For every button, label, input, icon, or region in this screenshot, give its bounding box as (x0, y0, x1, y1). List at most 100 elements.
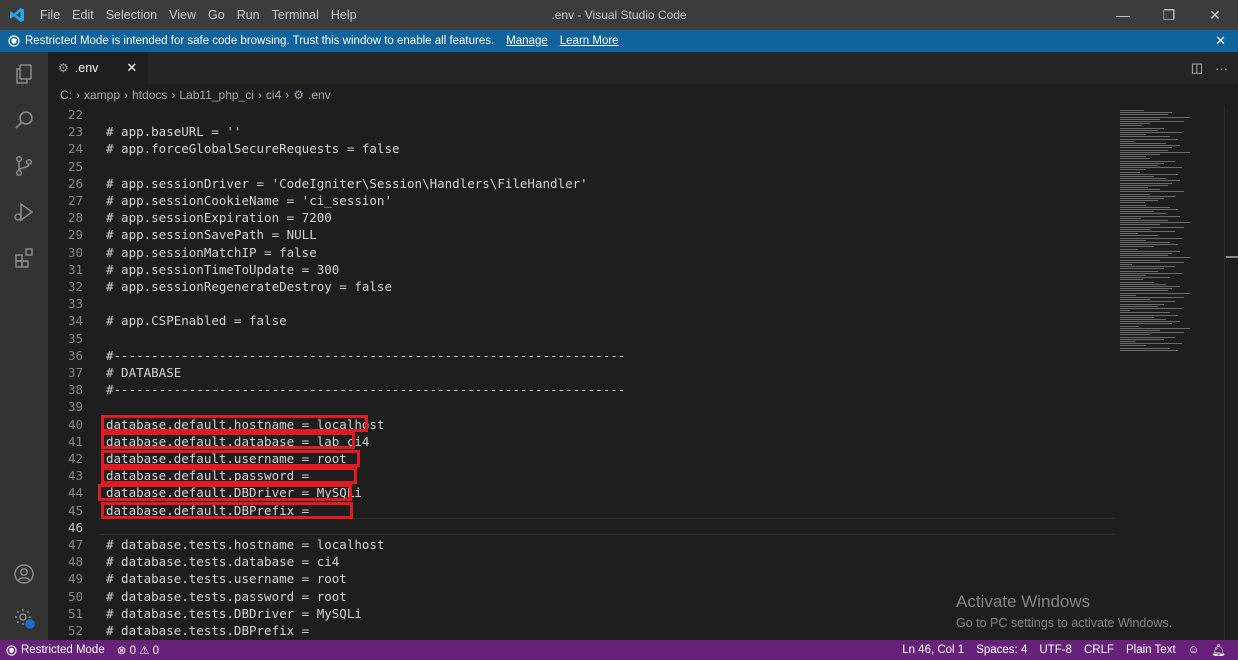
manage-link[interactable]: Manage (506, 35, 548, 47)
menu-go[interactable]: Go (202, 0, 231, 30)
code-line[interactable]: 30 # app.sessionMatchIP = false (48, 244, 1114, 261)
encoding[interactable]: UTF-8 (1033, 640, 1078, 660)
minimap-line (1120, 193, 1150, 195)
minimap-line (1120, 231, 1175, 232)
code-line[interactable]: 52 # database.tests.DBPrefix = (48, 622, 1114, 639)
minimap-line (1120, 138, 1178, 140)
vertical-scrollbar[interactable] (1224, 106, 1238, 640)
minimap-line (1120, 341, 1136, 342)
menu-run[interactable]: Run (231, 0, 266, 30)
minimize-button[interactable]: — (1100, 0, 1146, 30)
shield-icon (6, 644, 17, 656)
breadcrumb-item[interactable]: .env (308, 88, 331, 102)
more-actions-icon[interactable]: ··· (1215, 61, 1228, 76)
breadcrumb-separator-icon: › (124, 88, 129, 102)
minimap-line (1120, 195, 1175, 197)
feedback-icon[interactable]: ☺ (1182, 640, 1206, 660)
code-line[interactable]: 39 (48, 398, 1114, 415)
search-icon[interactable] (0, 98, 48, 142)
cursor-position[interactable]: Ln 46, Col 1 (896, 640, 970, 660)
code-line[interactable]: 32 # app.sessionRegenerateDestroy = false (48, 278, 1114, 295)
breadcrumb-item[interactable]: C: (60, 88, 72, 102)
minimap-line (1120, 277, 1170, 279)
code-line[interactable]: 27 # app.sessionCookieName = 'ci_session' (48, 192, 1114, 209)
code-line[interactable]: 50 # database.tests.password = root (48, 588, 1114, 605)
code-line[interactable]: 51 # database.tests.DBDriver = MySQLi (48, 605, 1114, 622)
split-editor-icon[interactable]: ◫ (1191, 60, 1203, 76)
indentation[interactable]: Spaces: 4 (970, 640, 1033, 660)
menu-view[interactable]: View (163, 0, 202, 30)
line-number: 37 (67, 365, 83, 380)
activate-windows-watermark: Activate Windows Go to PC settings to ac… (956, 592, 1172, 630)
code-line[interactable]: 36 #-------------------------------------… (48, 347, 1114, 364)
code-line[interactable]: 31 # app.sessionTimeToUpdate = 300 (48, 261, 1114, 278)
minimap-line (1120, 178, 1166, 180)
minimap-line (1120, 228, 1150, 230)
minimap-line (1120, 213, 1166, 215)
code-line[interactable]: 23 # app.baseURL = '' (48, 123, 1114, 140)
breadcrumb-separator-icon: › (76, 88, 80, 102)
notifications-bell-icon[interactable]: 🔔︎ (1205, 640, 1232, 660)
breadcrumb-item[interactable]: xampp (84, 88, 120, 102)
account-icon[interactable] (0, 552, 48, 596)
tab-close-button[interactable]: ✕ (126, 60, 137, 76)
code-line[interactable]: 49 # database.tests.username = root (48, 570, 1114, 587)
code-line[interactable]: 35 (48, 330, 1114, 347)
close-window-button[interactable]: ✕ (1192, 0, 1238, 30)
line-number: 41 (67, 433, 83, 449)
line-number: 33 (67, 296, 83, 312)
minimap[interactable] (1114, 106, 1224, 640)
restricted-mode-status[interactable]: Restricted Mode (0, 640, 111, 660)
maximize-button[interactable]: ❐ (1146, 0, 1192, 30)
menu-selection[interactable]: Selection (100, 0, 163, 30)
minimap-line (1120, 321, 1180, 323)
explorer-icon[interactable] (0, 52, 48, 96)
code-line[interactable]: 25 (48, 158, 1114, 175)
code-line[interactable]: 33 (48, 295, 1114, 312)
breadcrumb-item[interactable]: Lab11_php_ci (179, 88, 254, 102)
minimap-line (1120, 347, 1170, 349)
code-line[interactable]: 26 # app.sessionDriver = 'CodeIgniter\Ses… (48, 175, 1114, 192)
banner-text: Restricted Mode is intended for safe cod… (25, 35, 495, 47)
tab-env[interactable]: ⚙ .env ✕ (48, 52, 148, 84)
source-control-icon[interactable] (0, 144, 48, 188)
menu-file[interactable]: File (34, 0, 66, 30)
menu-terminal[interactable]: Terminal (266, 0, 325, 30)
minimap-line (1120, 182, 1172, 184)
minimap-line (1120, 167, 1182, 169)
banner-close-button[interactable]: ✕ (1215, 30, 1226, 52)
code-editor[interactable]: 22 23 # app.baseURL = '' 24 # app.forceGloba… (48, 106, 1114, 640)
code-line[interactable]: 38 #-------------------------------------… (48, 381, 1114, 398)
line-number: 45 (67, 502, 83, 518)
code-line[interactable]: 37 # DATABASE (48, 364, 1114, 381)
minimap-line (1120, 169, 1146, 171)
code-line[interactable]: 47 # database.tests.hostname = localhost (48, 536, 1114, 553)
minimap-line (1120, 314, 1178, 316)
line-number: 25 (67, 158, 83, 174)
code-line[interactable]: 22 (48, 106, 1114, 123)
breadcrumb-item[interactable]: htdocs (132, 88, 167, 102)
code-line[interactable]: 28 # app.sessionExpiration = 7200 (48, 209, 1114, 226)
problems-status[interactable]: ⊗ 0 ⚠ 0 (111, 640, 165, 660)
manage-gear-icon[interactable] (0, 596, 48, 640)
language-mode[interactable]: Plain Text (1120, 640, 1182, 660)
menu-help[interactable]: Help (325, 0, 363, 30)
code-line[interactable]: 34 # app.CSPEnabled = false (48, 312, 1114, 329)
breadcrumb-item[interactable]: ci4 (266, 88, 281, 102)
code-line[interactable]: 24 # app.forceGlobalSecureRequests = fals… (48, 140, 1114, 157)
run-debug-icon[interactable] (0, 190, 48, 234)
menu-edit[interactable]: Edit (66, 0, 100, 30)
line-number: 36 (67, 347, 83, 363)
learn-more-link[interactable]: Learn More (560, 35, 619, 47)
code-line[interactable]: 29 # app.sessionSavePath = NULL (48, 226, 1114, 243)
code-text: # app.forceGlobalSecureRequests = false (106, 141, 400, 157)
minimap-line (1120, 206, 1170, 208)
line-number: 27 (67, 193, 83, 208)
code-line[interactable]: 46 (48, 519, 1114, 536)
minimap-line (1120, 303, 1164, 305)
code-line[interactable]: 48 # database.tests.database = ci4 (48, 553, 1114, 570)
code-text: # database.tests.hostname = localhost (106, 537, 385, 552)
extensions-icon[interactable] (0, 236, 48, 280)
end-of-line[interactable]: CRLF (1078, 640, 1120, 660)
minimap-line (1120, 110, 1144, 111)
